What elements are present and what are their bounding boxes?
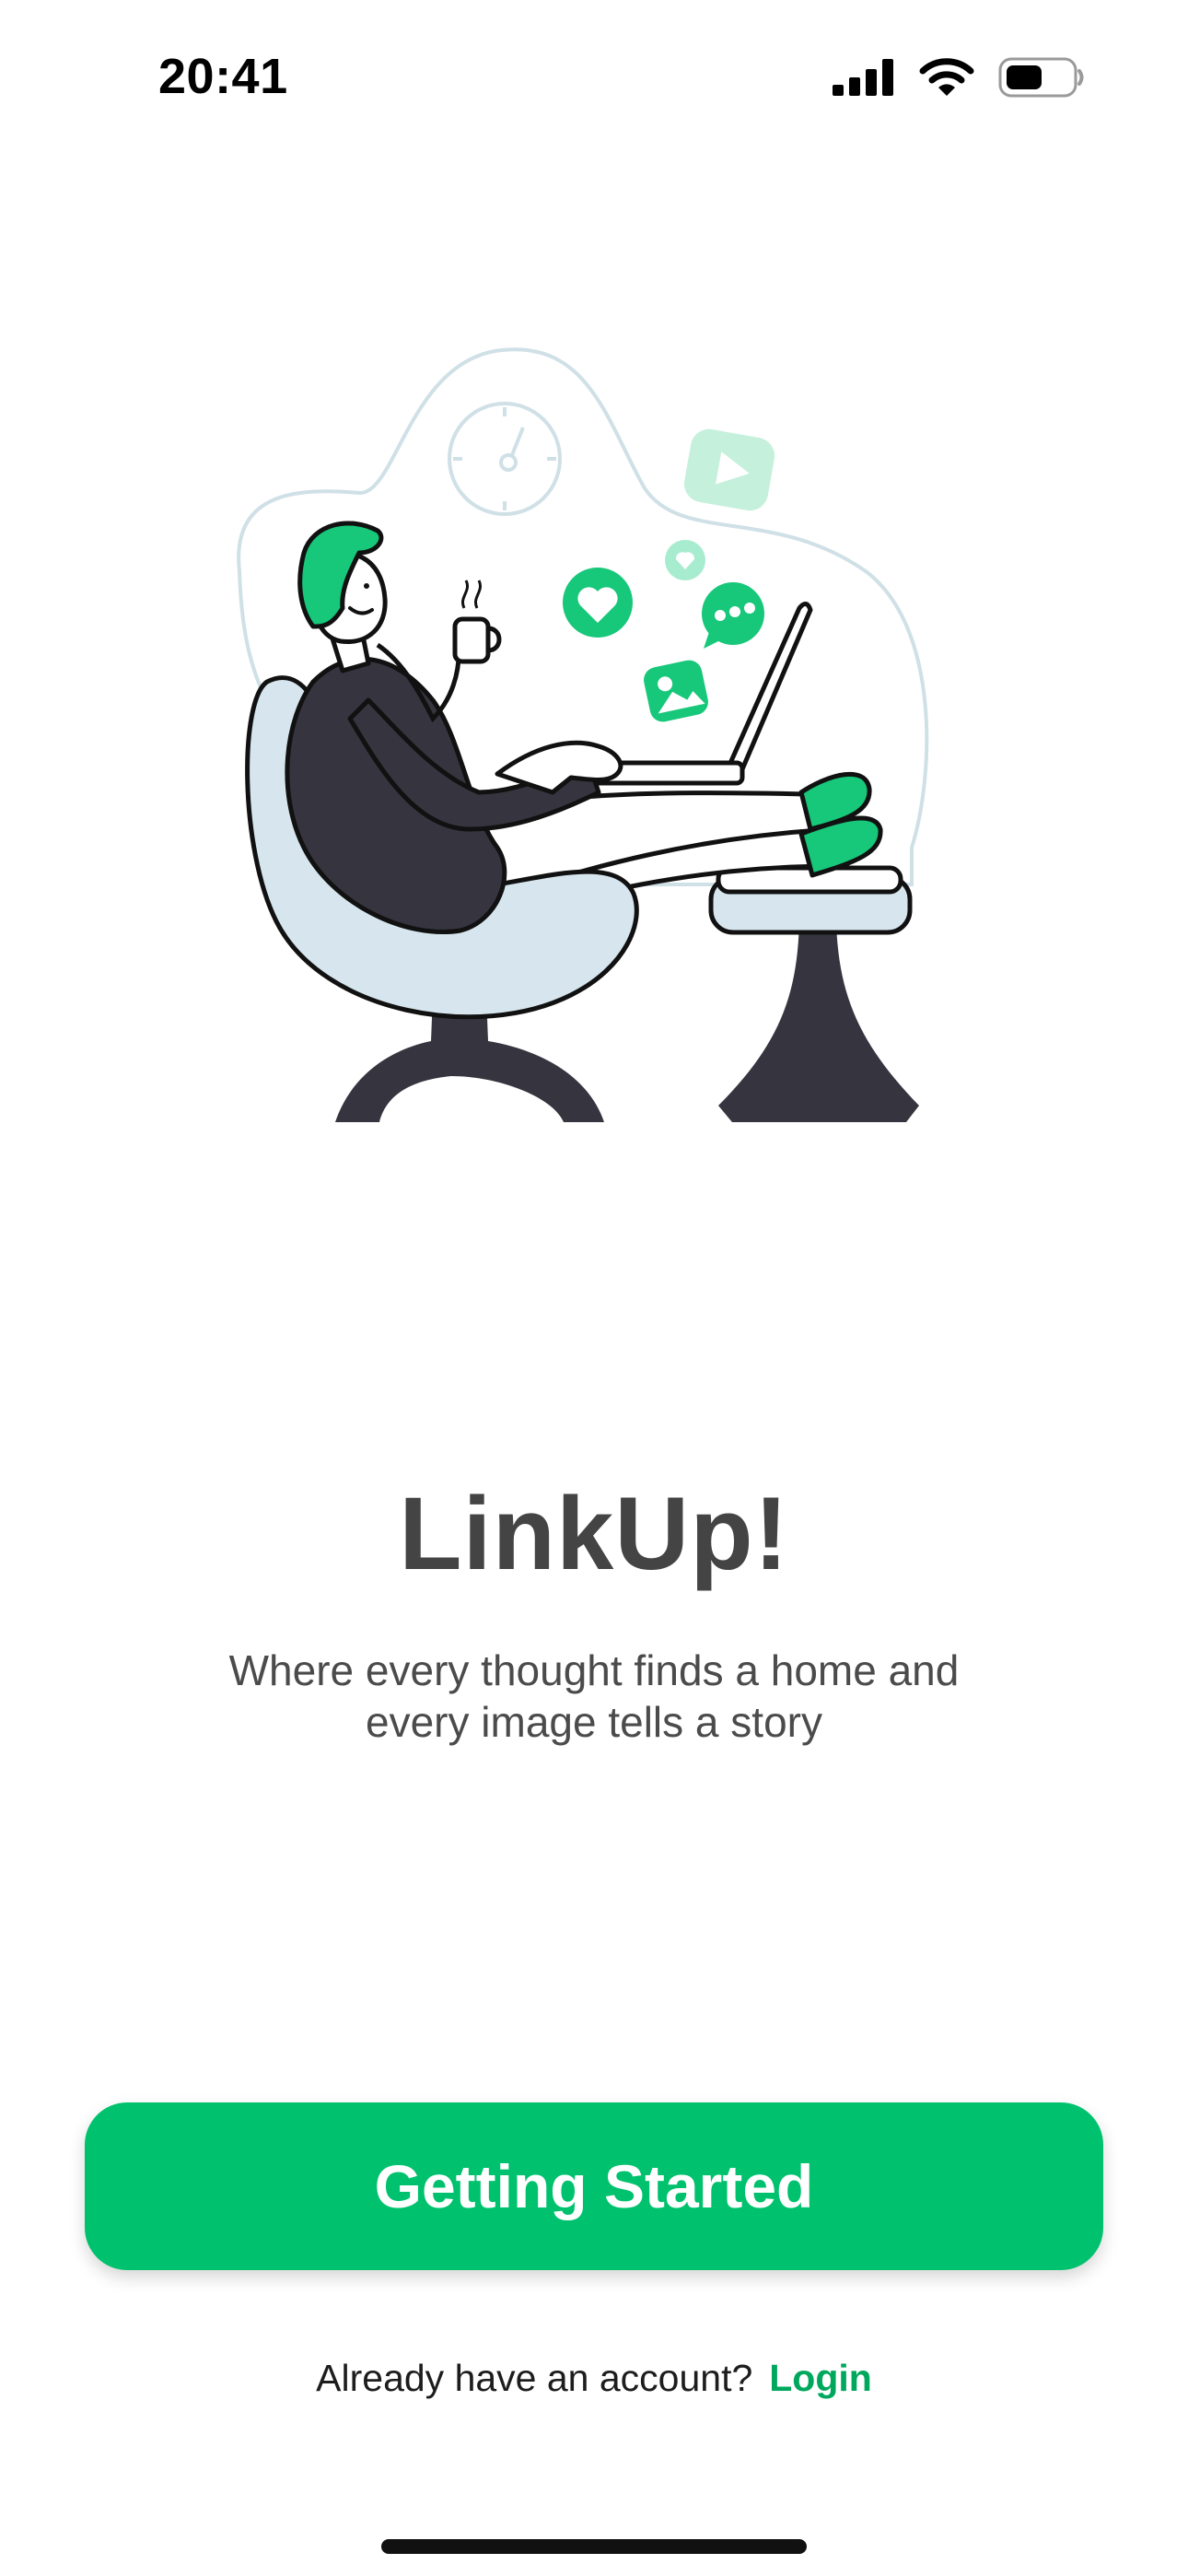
tagline-line-2: every image tells a story [366, 1698, 822, 1746]
status-bar: 20:41 [0, 0, 1188, 157]
app-tagline: Where every thought finds a home and eve… [180, 1645, 1008, 1748]
login-link[interactable]: Login [769, 2357, 872, 2399]
status-icons [833, 57, 1085, 98]
battery-icon [998, 57, 1084, 98]
status-time: 20:41 [158, 49, 288, 104]
small-heart-icon [665, 540, 705, 580]
wifi-icon [919, 58, 974, 96]
play-icon [683, 428, 775, 511]
footstool-illustration [708, 865, 919, 1122]
login-prompt: Already have an account? [316, 2357, 753, 2399]
cellular-signal-icon [833, 59, 893, 96]
hero-illustration [0, 332, 1188, 1142]
login-row: Already have an account? Login [0, 2357, 1188, 2400]
heart-icon [563, 568, 633, 638]
tagline-line-1: Where every thought finds a home and [228, 1646, 960, 1694]
getting-started-button[interactable]: Getting Started [85, 2102, 1103, 2270]
home-indicator[interactable] [381, 2539, 807, 2554]
app-title: LinkUp! [399, 1476, 789, 1591]
